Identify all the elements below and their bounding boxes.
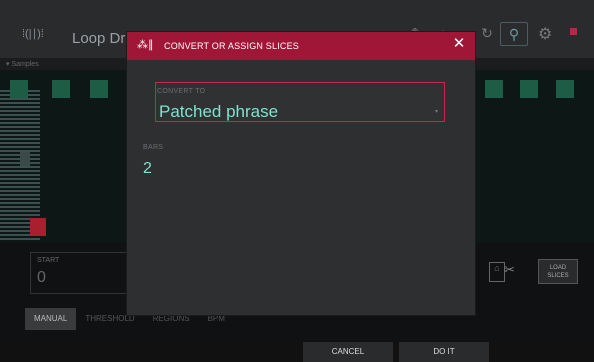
bars-label: BARS	[143, 144, 164, 151]
tab-manual[interactable]: MANUAL	[25, 308, 77, 330]
close-icon[interactable]: ✕	[452, 36, 466, 51]
do-it-button[interactable]: DO IT	[399, 342, 489, 362]
slice-icon: ⁂∥	[137, 39, 154, 51]
dialog-header: ⁂∥ CONVERT OR ASSIGN SLICES ✕	[127, 32, 475, 60]
zoom-icon[interactable]: ⚲	[500, 22, 528, 46]
selected-slice-marker[interactable]	[30, 218, 46, 236]
slice-marker[interactable]	[10, 80, 28, 98]
start-label: START	[37, 257, 60, 264]
load-slices-button[interactable]: LOAD SLICES	[538, 259, 578, 284]
slice-marker[interactable]	[520, 80, 538, 98]
convert-to-label: CONVERT TO	[157, 88, 206, 95]
slice-marker[interactable]	[485, 80, 503, 98]
scissors-icon[interactable]: ✂	[504, 262, 520, 280]
gear-icon[interactable]: ⚙	[538, 24, 552, 44]
app-title: Loop Dru	[72, 30, 134, 47]
cancel-button[interactable]: CANCEL	[303, 342, 393, 362]
loop-icon[interactable]: ↻	[474, 22, 500, 44]
app-icon: ⁞(|∣)⁞	[22, 28, 44, 40]
convert-to-value[interactable]: Patched phrase	[159, 102, 278, 122]
convert-slices-dialog: ⁂∥ CONVERT OR ASSIGN SLICES ✕ CONVERT TO…	[127, 32, 475, 315]
start-field[interactable]: START 0	[30, 252, 142, 294]
slice-marker[interactable]	[90, 80, 108, 98]
stop-icon[interactable]	[570, 28, 577, 35]
start-value: 0	[37, 269, 46, 286]
playhead-marker[interactable]	[20, 152, 30, 166]
footer-bar	[0, 340, 594, 362]
bottle-icon[interactable]: ⌂	[489, 262, 505, 282]
ruler-label: ▾ Samples	[6, 61, 39, 68]
slice-marker[interactable]	[52, 80, 70, 98]
dropdown-caret-icon[interactable]: ▾	[435, 108, 438, 115]
dialog-title: CONVERT OR ASSIGN SLICES	[164, 41, 300, 51]
bars-value[interactable]: 2	[143, 160, 152, 178]
slice-marker[interactable]	[556, 80, 574, 98]
